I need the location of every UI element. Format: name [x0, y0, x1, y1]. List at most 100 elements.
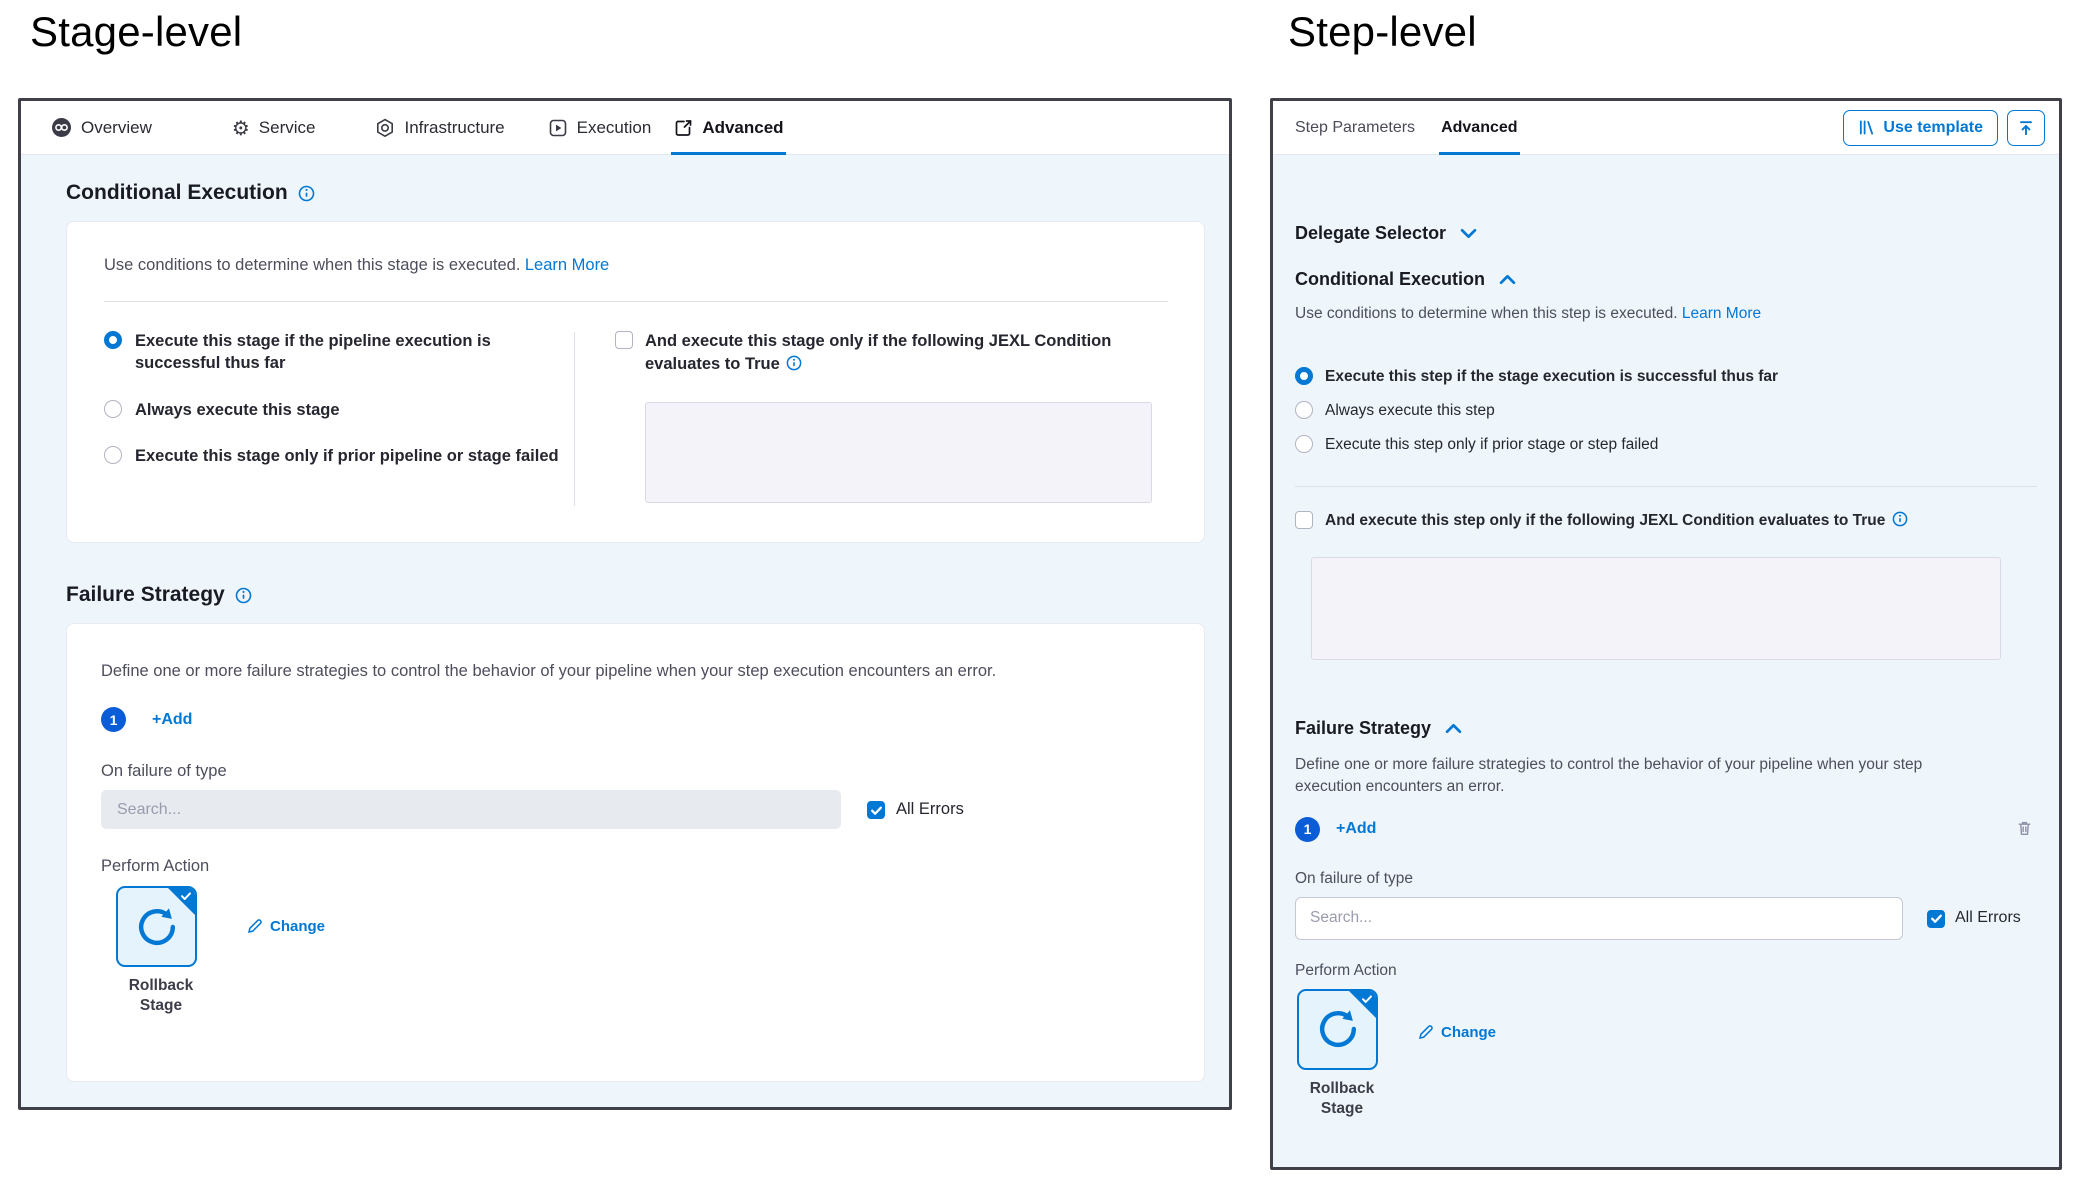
stage-advanced-content: Conditional Execution Use conditions to … — [21, 155, 1229, 1107]
all-errors-checkbox-row[interactable]: All Errors — [1927, 909, 2021, 928]
add-strategy-button[interactable]: +Add — [1336, 820, 1376, 838]
chevron-up-icon — [1499, 274, 1516, 285]
radio-option-prior-failed[interactable]: Execute this step only if prior stage or… — [1295, 435, 2037, 456]
tab-service[interactable]: ⚙ Service — [232, 101, 316, 154]
pencil-icon — [246, 918, 263, 935]
overview-link-icon — [51, 117, 72, 138]
failure-strategy-description: Define one or more failure strategies to… — [1295, 754, 1965, 799]
radio-unselected[interactable] — [104, 446, 122, 464]
failure-type-search-input[interactable] — [1295, 897, 1903, 940]
tab-label: Infrastructure — [404, 118, 504, 138]
heading-text: Conditional Execution — [1295, 269, 1485, 290]
radio-label: Always execute this stage — [135, 399, 340, 421]
gear-icon: ⚙ — [232, 118, 250, 138]
change-action-link[interactable]: Change — [246, 918, 325, 935]
change-label: Change — [270, 918, 325, 935]
learn-more-link[interactable]: Learn More — [1682, 305, 1761, 322]
tab-advanced[interactable]: Advanced — [1441, 101, 1517, 154]
radio-selected[interactable] — [1295, 367, 1313, 385]
rollback-stage-tile[interactable] — [1297, 989, 1378, 1070]
infrastructure-hexagon-icon — [375, 118, 395, 138]
tab-label: Advanced — [702, 118, 783, 138]
all-errors-checkbox[interactable] — [867, 801, 885, 819]
all-errors-label: All Errors — [1955, 909, 2021, 927]
chevron-up-icon — [1445, 723, 1462, 734]
step-panel: Step Parameters Advanced Use template De… — [1270, 98, 2062, 1170]
heading-text: Failure Strategy — [1295, 718, 1431, 739]
jexl-checkbox-label: And execute this stage only if the follo… — [645, 330, 1115, 376]
tab-label: Execution — [577, 118, 652, 138]
selected-action-name: Rollback Stage — [116, 976, 206, 1016]
tab-advanced[interactable]: Advanced — [673, 101, 783, 154]
tab-execution[interactable]: Execution — [548, 101, 652, 154]
perform-action-label: Perform Action — [101, 857, 1168, 876]
jexl-checkbox[interactable] — [615, 331, 633, 349]
conditional-execution-header[interactable]: Conditional Execution — [1295, 269, 2037, 290]
radio-option-always[interactable]: Always execute this step — [1295, 401, 2037, 422]
info-icon[interactable] — [786, 355, 802, 371]
radio-option-prior-failed[interactable]: Execute this stage only if prior pipelin… — [104, 445, 574, 467]
info-icon[interactable] — [1892, 511, 1908, 527]
selected-action-name: Rollback Stage — [1297, 1079, 1387, 1119]
selected-check-icon — [180, 890, 192, 902]
delegate-selector-header[interactable]: Delegate Selector — [1295, 223, 2037, 244]
jexl-condition-checkbox-row[interactable]: And execute this stage only if the follo… — [615, 330, 1152, 376]
rollback-stage-tile[interactable] — [116, 886, 197, 967]
tab-infrastructure[interactable]: Infrastructure — [375, 101, 504, 154]
step-advanced-content: Delegate Selector Conditional Execution … — [1273, 155, 2059, 1167]
radio-unselected[interactable] — [104, 400, 122, 418]
selected-check-icon — [1361, 993, 1373, 1005]
radio-label: Always execute this step — [1325, 401, 1495, 422]
info-icon[interactable] — [298, 185, 315, 202]
radio-selected[interactable] — [104, 331, 122, 349]
divider — [104, 301, 1168, 302]
delete-strategy-button[interactable] — [2016, 819, 2033, 837]
conditional-execution-card: Use conditions to determine when this st… — [66, 221, 1205, 543]
radio-option-successful[interactable]: Execute this stage if the pipeline execu… — [104, 330, 574, 375]
info-icon[interactable] — [235, 587, 252, 604]
conditional-execution-heading: Conditional Execution — [66, 181, 1203, 205]
strategy-number-badge[interactable]: 1 — [101, 707, 126, 732]
tab-overview[interactable]: Overview — [51, 101, 152, 154]
failure-strategy-heading: Failure Strategy — [66, 583, 1203, 607]
trash-icon — [2016, 819, 2033, 837]
divider — [1295, 486, 2037, 487]
use-template-label: Use template — [1883, 119, 1983, 137]
learn-more-link[interactable]: Learn More — [525, 256, 609, 274]
change-action-link[interactable]: Change — [1417, 1024, 1496, 1041]
chevron-down-icon — [1460, 228, 1477, 239]
on-failure-of-type-label: On failure of type — [101, 762, 1168, 781]
jexl-condition-input[interactable] — [1311, 557, 2001, 660]
use-template-button[interactable]: Use template — [1843, 110, 1998, 146]
stage-level-title: Stage-level — [30, 8, 242, 56]
heading-text: Conditional Execution — [66, 181, 288, 205]
radio-unselected[interactable] — [1295, 401, 1313, 419]
stage-tabbar: Overview ⚙ Service Infrastructure Execut… — [21, 101, 1229, 155]
all-errors-label: All Errors — [896, 800, 964, 819]
apply-template-button[interactable] — [2007, 110, 2045, 146]
all-errors-checkbox[interactable] — [1927, 910, 1945, 928]
radio-unselected[interactable] — [1295, 435, 1313, 453]
jexl-checkbox[interactable] — [1295, 511, 1313, 529]
radio-option-successful[interactable]: Execute this step if the stage execution… — [1295, 367, 2037, 388]
failure-strategy-header[interactable]: Failure Strategy — [1295, 718, 2037, 739]
jexl-checkbox-label: And execute this step only if the follow… — [1325, 510, 1908, 532]
tab-step-parameters[interactable]: Step Parameters — [1295, 101, 1415, 154]
tab-label: Service — [259, 118, 316, 138]
failure-type-search-input[interactable] — [101, 790, 841, 829]
failure-strategy-description: Define one or more failure strategies to… — [101, 662, 1168, 681]
upload-icon — [2017, 119, 2035, 137]
step-execution-radio-group: Execute this step if the stage execution… — [1295, 367, 2037, 456]
stage-panel: Overview ⚙ Service Infrastructure Execut… — [18, 98, 1232, 1110]
all-errors-checkbox-row[interactable]: All Errors — [867, 800, 964, 819]
strategy-number-badge[interactable]: 1 — [1295, 817, 1320, 842]
radio-label: Execute this stage only if prior pipelin… — [135, 445, 559, 467]
radio-option-always[interactable]: Always execute this stage — [104, 399, 574, 421]
jexl-condition-input[interactable] — [645, 402, 1152, 503]
stage-execution-radio-group: Execute this stage if the pipeline execu… — [104, 330, 574, 508]
jexl-condition-checkbox-row[interactable]: And execute this step only if the follow… — [1295, 510, 2037, 532]
add-strategy-button[interactable]: +Add — [152, 711, 192, 729]
radio-label: Execute this stage if the pipeline execu… — [135, 330, 503, 375]
tab-label: Advanced — [1441, 119, 1517, 137]
failure-strategy-card: Define one or more failure strategies to… — [66, 623, 1205, 1082]
